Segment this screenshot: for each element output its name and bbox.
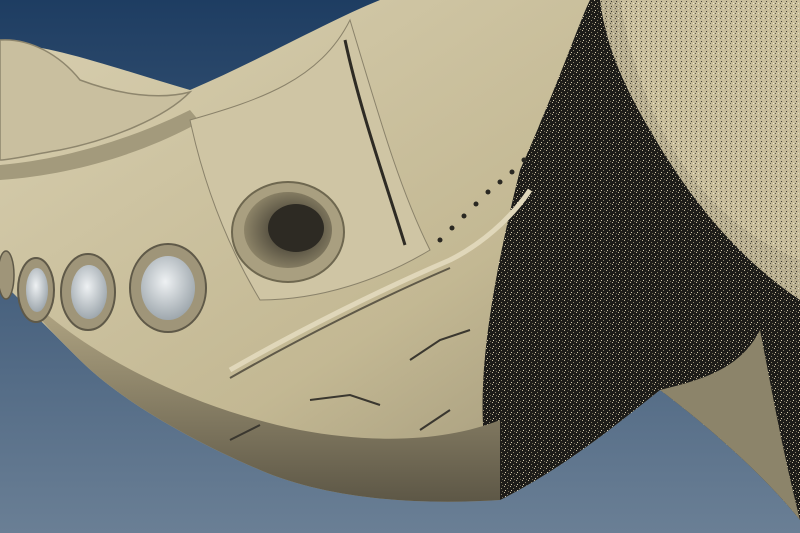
render-viewport (0, 0, 800, 533)
porthole-3 (17, 257, 55, 323)
porthole-4 (0, 250, 15, 300)
porthole-2 (60, 253, 116, 331)
spaceship-hull-render (0, 0, 800, 533)
porthole-1 (129, 243, 207, 333)
intake-vent (231, 181, 345, 283)
